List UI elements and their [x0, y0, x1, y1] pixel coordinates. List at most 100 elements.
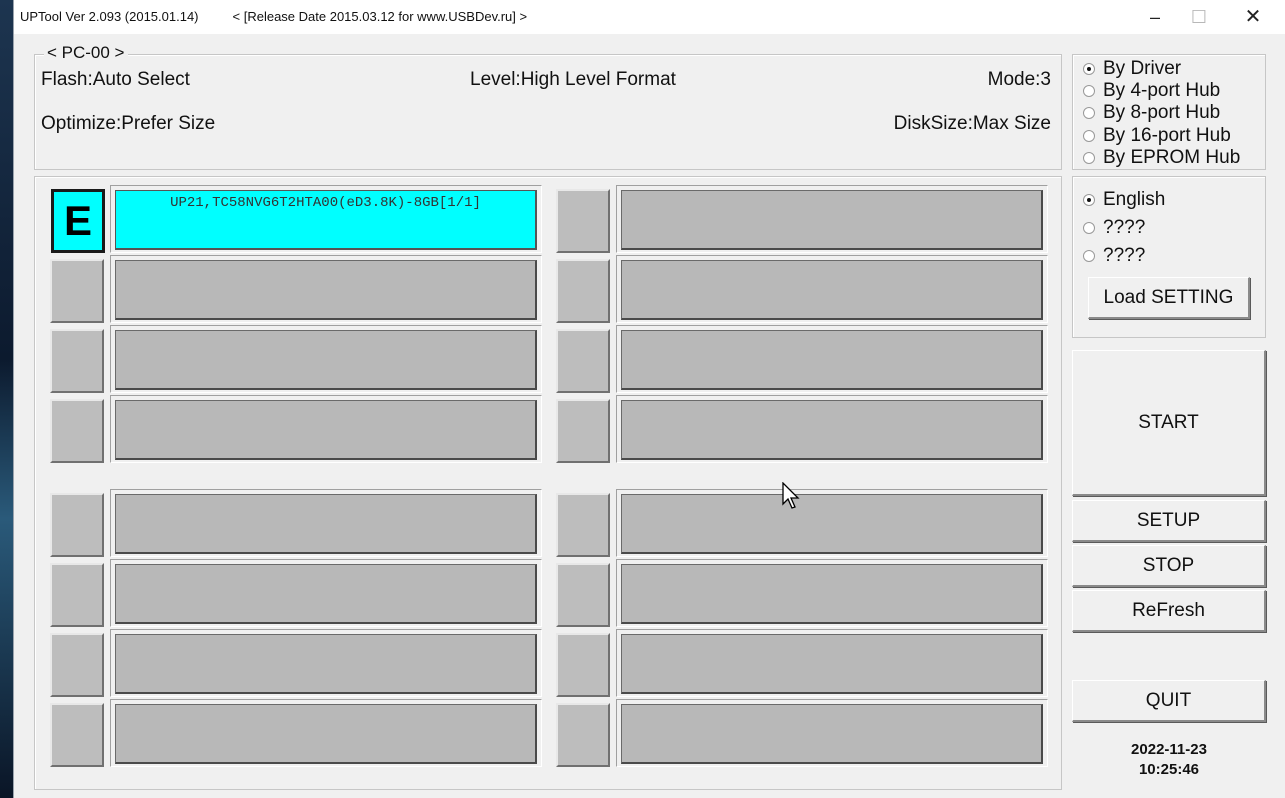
- load-setting-button[interactable]: Load SETTING: [1088, 277, 1250, 319]
- port-15-drive-letter: [556, 633, 610, 697]
- port-5-slot[interactable]: [616, 185, 1048, 253]
- optimize-setting: Optimize:Prefer Size: [41, 113, 216, 134]
- port-4-slot[interactable]: [110, 395, 542, 463]
- radio-icon[interactable]: [1083, 130, 1095, 142]
- port-14-status: [621, 564, 1043, 624]
- window-title: UPTool Ver 2.093 (2015.01.14) < [Release …: [20, 9, 561, 24]
- language-option-label: English: [1103, 189, 1166, 210]
- port-16-slot[interactable]: [616, 699, 1048, 767]
- port-7-status: [621, 330, 1043, 390]
- port-grid: E UP21,TC58NVG6T2HTA00(eD3.8K)-8GB[1/1]: [34, 176, 1062, 790]
- port-2-status: [115, 260, 537, 320]
- hub-option-by-driver[interactable]: By Driver: [1083, 58, 1181, 80]
- port-14-drive-letter: [556, 563, 610, 627]
- port-7-slot[interactable]: [616, 325, 1048, 393]
- hub-option-eprom[interactable]: By EPROM Hub: [1083, 147, 1240, 169]
- mode-setting: Mode:3: [987, 69, 1051, 90]
- release-date-title: < [Release Date 2015.03.12 for www.USBDe…: [232, 9, 528, 24]
- hub-option-label: By EPROM Hub: [1103, 147, 1241, 168]
- clock-time: 10:25:46: [1138, 761, 1200, 778]
- language-option-3[interactable]: ????: [1083, 245, 1145, 267]
- app-title: UPTool Ver 2.093 (2015.01.14): [20, 9, 199, 24]
- port-8-drive-letter: [556, 399, 610, 463]
- port-12-drive-letter: [50, 703, 104, 767]
- hub-option-label: By 8-port Hub: [1103, 102, 1221, 123]
- port-10-drive-letter: [50, 563, 104, 627]
- radio-icon[interactable]: [1083, 85, 1095, 97]
- clock-display: 2022-11-23 10:25:46: [1094, 740, 1244, 780]
- port-10-slot[interactable]: [110, 559, 542, 627]
- hub-option-8-port[interactable]: By 8-port Hub: [1083, 102, 1220, 124]
- hub-option-label: By Driver: [1103, 58, 1182, 79]
- disksize-setting: DiskSize:Max Size: [893, 113, 1051, 134]
- port-5-drive-letter: [556, 189, 610, 253]
- port-9-drive-letter: [50, 493, 104, 557]
- language-option-label: ????: [1103, 217, 1146, 238]
- hub-mode-group: By Driver By 4-port Hub By 8-port Hub By…: [1072, 54, 1266, 170]
- stop-button[interactable]: STOP: [1072, 545, 1266, 587]
- port-11-drive-letter: [50, 633, 104, 697]
- port-13-status: [621, 494, 1043, 554]
- port-13-drive-letter: [556, 493, 610, 557]
- port-8-status: [621, 400, 1043, 460]
- port-9-status: [115, 494, 537, 554]
- start-button[interactable]: START: [1072, 350, 1266, 496]
- title-bar[interactable]: UPTool Ver 2.093 (2015.01.14) < [Release …: [14, 0, 1285, 34]
- port-3-slot[interactable]: [110, 325, 542, 393]
- port-14-slot[interactable]: [616, 559, 1048, 627]
- port-12-status: [115, 704, 537, 764]
- hub-option-4-port[interactable]: By 4-port Hub: [1083, 80, 1220, 102]
- mouse-cursor-icon: [782, 482, 800, 509]
- port-1-drive-letter: E: [51, 189, 105, 253]
- refresh-button[interactable]: ReFresh: [1072, 590, 1266, 632]
- clock-date: 2022-11-23: [1131, 741, 1207, 758]
- port-4-status: [115, 400, 537, 460]
- hub-option-16-port[interactable]: By 16-port Hub: [1083, 125, 1231, 147]
- port-8-slot[interactable]: [616, 395, 1048, 463]
- port-6-slot[interactable]: [616, 255, 1048, 323]
- radio-icon[interactable]: [1083, 107, 1095, 119]
- hub-option-label: By 16-port Hub: [1103, 125, 1231, 146]
- port-5-status: [621, 190, 1043, 250]
- port-1-slot[interactable]: UP21,TC58NVG6T2HTA00(eD3.8K)-8GB[1/1]: [110, 185, 542, 253]
- port-3-drive-letter: [50, 329, 104, 393]
- port-16-drive-letter: [556, 703, 610, 767]
- radio-icon[interactable]: [1083, 222, 1095, 234]
- port-15-slot[interactable]: [616, 629, 1048, 697]
- radio-selected-icon[interactable]: [1083, 63, 1095, 75]
- port-13-slot[interactable]: [616, 489, 1048, 557]
- language-option-label: ????: [1103, 245, 1146, 266]
- port-6-status: [621, 260, 1043, 320]
- hub-option-label: By 4-port Hub: [1103, 80, 1221, 101]
- language-group: English ???? ???? Load SETTING: [1072, 176, 1266, 338]
- client-area: < PC-00 > Flash:Auto Select Level:High L…: [14, 34, 1285, 798]
- language-option-2[interactable]: ????: [1083, 217, 1145, 239]
- pc-info-group: < PC-00 > Flash:Auto Select Level:High L…: [34, 43, 1062, 170]
- port-16-status: [621, 704, 1043, 764]
- quit-button[interactable]: QUIT: [1072, 680, 1266, 722]
- close-button[interactable]: ✕: [1231, 4, 1275, 30]
- port-9-slot[interactable]: [110, 489, 542, 557]
- language-option-english[interactable]: English: [1083, 189, 1165, 211]
- radio-selected-icon[interactable]: [1083, 194, 1095, 206]
- port-4-drive-letter: [50, 399, 104, 463]
- setup-button[interactable]: SETUP: [1072, 500, 1266, 542]
- port-3-status: [115, 330, 537, 390]
- port-11-status: [115, 634, 537, 694]
- port-15-status: [621, 634, 1043, 694]
- radio-icon[interactable]: [1083, 250, 1095, 262]
- port-12-slot[interactable]: [110, 699, 542, 767]
- port-2-drive-letter: [50, 259, 104, 323]
- port-2-slot[interactable]: [110, 255, 542, 323]
- port-10-status: [115, 564, 537, 624]
- uptool-window: UPTool Ver 2.093 (2015.01.14) < [Release …: [13, 0, 1285, 798]
- flash-setting: Flash:Auto Select: [41, 69, 190, 90]
- port-11-slot[interactable]: [110, 629, 542, 697]
- port-6-drive-letter: [556, 259, 610, 323]
- port-7-drive-letter: [556, 329, 610, 393]
- level-setting: Level:High Level Format: [470, 69, 676, 90]
- radio-icon[interactable]: [1083, 152, 1095, 164]
- port-1-status: UP21,TC58NVG6T2HTA00(eD3.8K)-8GB[1/1]: [115, 190, 537, 250]
- maximize-button[interactable]: ☐: [1177, 4, 1221, 30]
- minimize-button[interactable]: –: [1133, 4, 1177, 30]
